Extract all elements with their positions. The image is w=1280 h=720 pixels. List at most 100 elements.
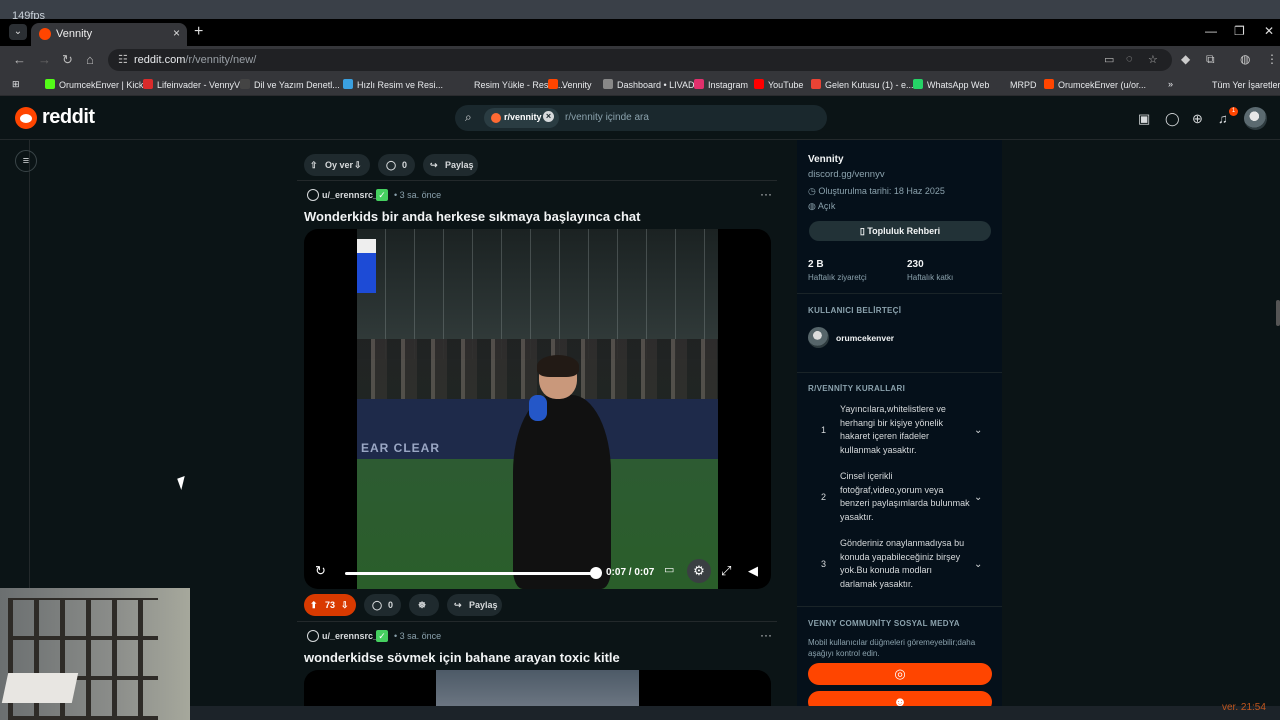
forward-button[interactable]: → xyxy=(38,52,51,67)
replay-icon[interactable]: ↻ xyxy=(315,563,326,579)
downvote-icon[interactable]: ⇩ xyxy=(341,600,349,611)
bookmark-item[interactable]: OrumcekEnver (u/or... xyxy=(1044,79,1146,90)
bookmark-label: WhatsApp Web xyxy=(927,80,990,90)
subreddit-search[interactable]: ⌕ r/vennity × r/vennity içinde ara xyxy=(455,105,827,131)
video-player[interactable]: EAR CLEAR ↻ 0:07 / 0:07 ▭ ⚙ ⤢ ◀ xyxy=(304,229,771,589)
vote-button[interactable]: ⇧ Oy ver ⇩ xyxy=(304,154,370,176)
browser-menu-icon[interactable]: ⋮ xyxy=(1266,52,1278,66)
rule-text[interactable]: Yayıncılara,whitelistlere ve herhangi bi… xyxy=(840,403,970,457)
bookmark-item[interactable]: OrumcekEnver | Kick xyxy=(45,79,143,90)
remove-filter-icon[interactable]: × xyxy=(543,111,554,122)
bookmark-item[interactable]: Lifeinvader - VennyV xyxy=(143,79,240,90)
community-guide-button[interactable]: ▯ Topluluk Rehberi xyxy=(809,221,991,241)
notifications-bell-icon[interactable]: ♫ xyxy=(1218,111,1228,126)
post-options-icon[interactable]: ··· xyxy=(760,628,772,642)
stat-value: 230 xyxy=(907,259,924,270)
bookmark-favicon-icon xyxy=(996,79,1006,89)
bookmark-favicon-icon xyxy=(913,79,923,89)
bookmark-favicon-icon xyxy=(1044,79,1054,89)
post-media[interactable] xyxy=(304,670,771,710)
rule-text[interactable]: Gönderiniz onaylanmadıysa bu konuda yapa… xyxy=(840,537,970,591)
install-app-icon[interactable]: ▭ xyxy=(1104,53,1114,66)
bookmark-star-icon[interactable]: ☆ xyxy=(1148,53,1158,66)
reload-button[interactable]: ↻ xyxy=(62,52,73,68)
post-author[interactable]: u/_erennsrc_ xyxy=(322,631,378,641)
bookmark-item[interactable]: Tüm Yer İşaretleri xyxy=(1198,79,1280,90)
bookmark-favicon-icon xyxy=(240,79,250,89)
minimize-button[interactable]: — xyxy=(1205,24,1217,38)
post-author[interactable]: u/_erennsrc_ xyxy=(322,190,378,200)
community-name: Vennity xyxy=(808,154,844,165)
bookmark-item[interactable]: MRPD xyxy=(996,79,1037,90)
bookmark-label: Hızlı Resim ve Resi... xyxy=(357,80,444,90)
tab-vennity[interactable]: Vennity × xyxy=(31,23,187,46)
share-button[interactable]: ↪ Paylaş xyxy=(447,594,502,616)
website-link-button[interactable]: ◎ xyxy=(808,663,992,685)
bookmark-label: Dil ve Yazım Denetl... xyxy=(254,80,340,90)
menu-toggle-icon[interactable]: ≡ xyxy=(15,150,37,172)
back-button[interactable]: ← xyxy=(13,52,26,67)
bookmark-item[interactable]: Hızlı Resim ve Resi... xyxy=(343,79,443,90)
restore-button[interactable]: ❐ xyxy=(1234,24,1245,38)
fullscreen-icon[interactable]: ⤢ xyxy=(721,563,731,579)
bookmark-favicon-icon xyxy=(343,79,353,89)
address-bar[interactable]: ☷ reddit.com/r/vennity/new/ ▭ ◌ ☆ xyxy=(108,49,1172,71)
eye-off-icon[interactable]: ◌ xyxy=(1126,53,1133,65)
chevron-down-icon[interactable]: ⌄ xyxy=(974,492,982,503)
search-input[interactable]: r/vennity içinde ara xyxy=(565,112,649,123)
advertise-icon[interactable]: ▣ xyxy=(1138,111,1150,127)
bookmark-item[interactable]: YouTube xyxy=(754,79,803,90)
reddit-logo-text[interactable]: reddit xyxy=(42,106,95,129)
bookmarks-overflow-icon[interactable]: » xyxy=(1168,79,1173,89)
new-tab-button[interactable]: + xyxy=(194,23,203,41)
extension-diamond-icon[interactable]: ◆ xyxy=(1181,52,1190,66)
vote-label: Oy ver xyxy=(325,160,354,170)
bookmark-item[interactable]: Instagram xyxy=(694,79,748,90)
desktop-top-strip xyxy=(0,0,1280,19)
chevron-down-icon[interactable]: ⌄ xyxy=(974,425,982,436)
share-label: Paylaş xyxy=(445,160,474,170)
post-title[interactable]: wonderkidse sövmek için bahane arayan to… xyxy=(304,650,620,665)
captions-icon[interactable]: ▭ xyxy=(664,563,674,576)
comments-button[interactable]: ◯ 0 xyxy=(364,594,401,616)
profile-icon[interactable]: ◍ xyxy=(1240,52,1250,66)
sidebar-divider xyxy=(797,293,1002,294)
bookmark-favicon-icon xyxy=(1198,79,1208,89)
create-post-icon[interactable]: ⊕ xyxy=(1192,111,1203,127)
bookmark-item[interactable]: Vennity xyxy=(548,79,592,90)
comments-button[interactable]: ◯ 0 xyxy=(378,154,415,176)
chevron-down-icon[interactable]: ⌄ xyxy=(974,559,982,570)
downvote-icon[interactable]: ⇩ xyxy=(354,160,362,171)
bookmark-favicon-icon xyxy=(811,79,821,89)
extensions-puzzle-icon[interactable]: ⧉ xyxy=(1206,52,1215,67)
post-options-icon[interactable]: ··· xyxy=(760,187,772,201)
post-title[interactable]: Wonderkids bir anda herkese sıkmaya başl… xyxy=(304,209,640,224)
tab-search-button[interactable]: ⌄ xyxy=(9,24,27,40)
bookmark-item[interactable]: Dashboard • LIVAD xyxy=(603,79,695,90)
user-avatar[interactable] xyxy=(1244,107,1267,130)
comment-icon: ◯ xyxy=(372,600,383,610)
video-progress-knob[interactable] xyxy=(590,567,602,579)
settings-gear-icon[interactable]: ⚙ xyxy=(687,559,711,583)
video-progress-bar[interactable] xyxy=(345,572,596,575)
rule-text[interactable]: Cinsel içerikli fotoğraf,video,yorum vey… xyxy=(840,470,970,524)
volume-icon[interactable]: ◀ xyxy=(748,563,758,579)
upvote-icon[interactable]: ⬆ xyxy=(310,600,318,611)
share-button[interactable]: ↪ Paylaş xyxy=(423,154,478,176)
site-info-icon[interactable]: ☷ xyxy=(118,53,128,66)
bookmark-item[interactable]: Dil ve Yazım Denetl... xyxy=(240,79,340,90)
upvote-icon[interactable]: ⇧ xyxy=(310,160,318,171)
flair-username[interactable]: orumcekenver xyxy=(836,333,894,343)
window-close-button[interactable]: ✕ xyxy=(1264,24,1274,38)
vote-button[interactable]: ⬆ 73 ⇩ xyxy=(304,594,356,616)
subreddit-filter-chip[interactable]: r/vennity × xyxy=(484,108,559,128)
reddit-logo-icon[interactable] xyxy=(15,107,37,129)
bookmark-item[interactable]: Gelen Kutusu (1) - e... xyxy=(811,79,914,90)
award-button[interactable]: ☸ xyxy=(409,594,439,616)
bookmark-item[interactable]: WhatsApp Web xyxy=(913,79,989,90)
tab-close-icon[interactable]: × xyxy=(173,26,180,40)
chat-icon[interactable]: ◯ xyxy=(1165,111,1180,127)
home-button[interactable]: ⌂ xyxy=(86,52,94,67)
page-scrollbar[interactable] xyxy=(1276,300,1280,326)
apps-grid-icon[interactable]: ⊞ xyxy=(12,79,20,90)
